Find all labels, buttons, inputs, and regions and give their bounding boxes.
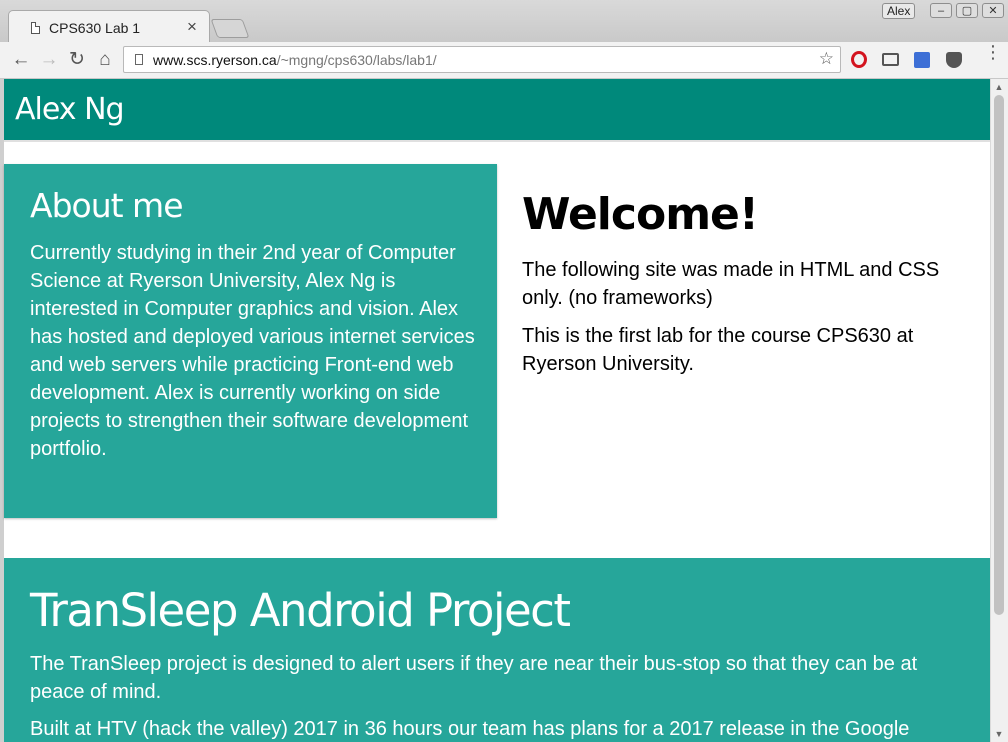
maximize-button[interactable]: ▢	[956, 3, 978, 18]
close-window-button[interactable]: ✕	[982, 3, 1004, 18]
page-body: Alex Ng About me Currently studying in t…	[0, 79, 990, 742]
page-icon	[135, 54, 143, 65]
vertical-scrollbar[interactable]: ▲ ▼	[990, 79, 1008, 742]
scroll-down-icon[interactable]: ▼	[994, 729, 1004, 739]
url-text: www.scs.ryerson.ca/~mgng/cps630/labs/lab…	[153, 52, 437, 68]
welcome-paragraph-1: The following site was made in HTML and …	[522, 259, 940, 309]
document-icon	[31, 22, 40, 34]
browser-toolbar: ← → ↻ ⌂ www.scs.ryerson.ca/~mgng/cps630/…	[0, 42, 1008, 79]
cast-icon[interactable]	[882, 53, 899, 66]
tab-close-icon[interactable]: ×	[187, 17, 197, 37]
new-tab-button[interactable]	[210, 19, 250, 38]
scroll-up-icon[interactable]: ▲	[994, 82, 1004, 92]
reload-icon[interactable]: ↻	[66, 49, 88, 71]
tab-active[interactable]: CPS630 Lab 1 ×	[8, 10, 210, 43]
opera-icon[interactable]	[851, 51, 867, 68]
welcome-heading: Welcome!	[522, 189, 759, 240]
url-path: /~mgng/cps630/labs/lab1/	[276, 52, 437, 68]
project-paragraph-1: The TranSleep project is designed to ale…	[30, 653, 918, 703]
pocket-icon[interactable]	[946, 52, 962, 68]
project-section: TranSleep Android Project The TranSleep …	[4, 558, 990, 742]
back-icon[interactable]: ←	[10, 49, 32, 71]
about-card: About me Currently studying in their 2nd…	[4, 164, 497, 518]
url-host: www.scs.ryerson.ca	[153, 52, 277, 68]
about-text: Currently studying in their 2nd year of …	[30, 242, 475, 460]
minimize-button[interactable]: –	[930, 3, 952, 18]
address-bar[interactable]: www.scs.ryerson.ca/~mgng/cps630/labs/lab…	[123, 46, 841, 73]
home-icon[interactable]: ⌂	[94, 49, 116, 71]
star-icon[interactable]: ☆	[819, 49, 834, 69]
title-bar: CPS630 Lab 1 × Alex – ▢ ✕	[0, 0, 1008, 43]
forward-icon[interactable]: →	[38, 49, 60, 71]
site-name: Alex Ng	[15, 92, 125, 127]
project-paragraph-2: Built at HTV (hack the valley) 2017 in 3…	[30, 718, 910, 740]
site-header: Alex Ng	[4, 79, 990, 142]
page-viewport: Alex Ng About me Currently studying in t…	[0, 79, 1008, 742]
tab-title: CPS630 Lab 1	[49, 20, 141, 36]
scroll-thumb[interactable]	[994, 95, 1004, 615]
extension-icon[interactable]	[914, 52, 930, 68]
menu-icon[interactable]: ⋮	[984, 43, 1002, 64]
profile-button[interactable]: Alex	[882, 3, 916, 19]
project-heading: TranSleep Android Project	[30, 584, 571, 637]
welcome-paragraph-2: This is the first lab for the course CPS…	[522, 325, 914, 375]
about-heading: About me	[30, 186, 184, 225]
